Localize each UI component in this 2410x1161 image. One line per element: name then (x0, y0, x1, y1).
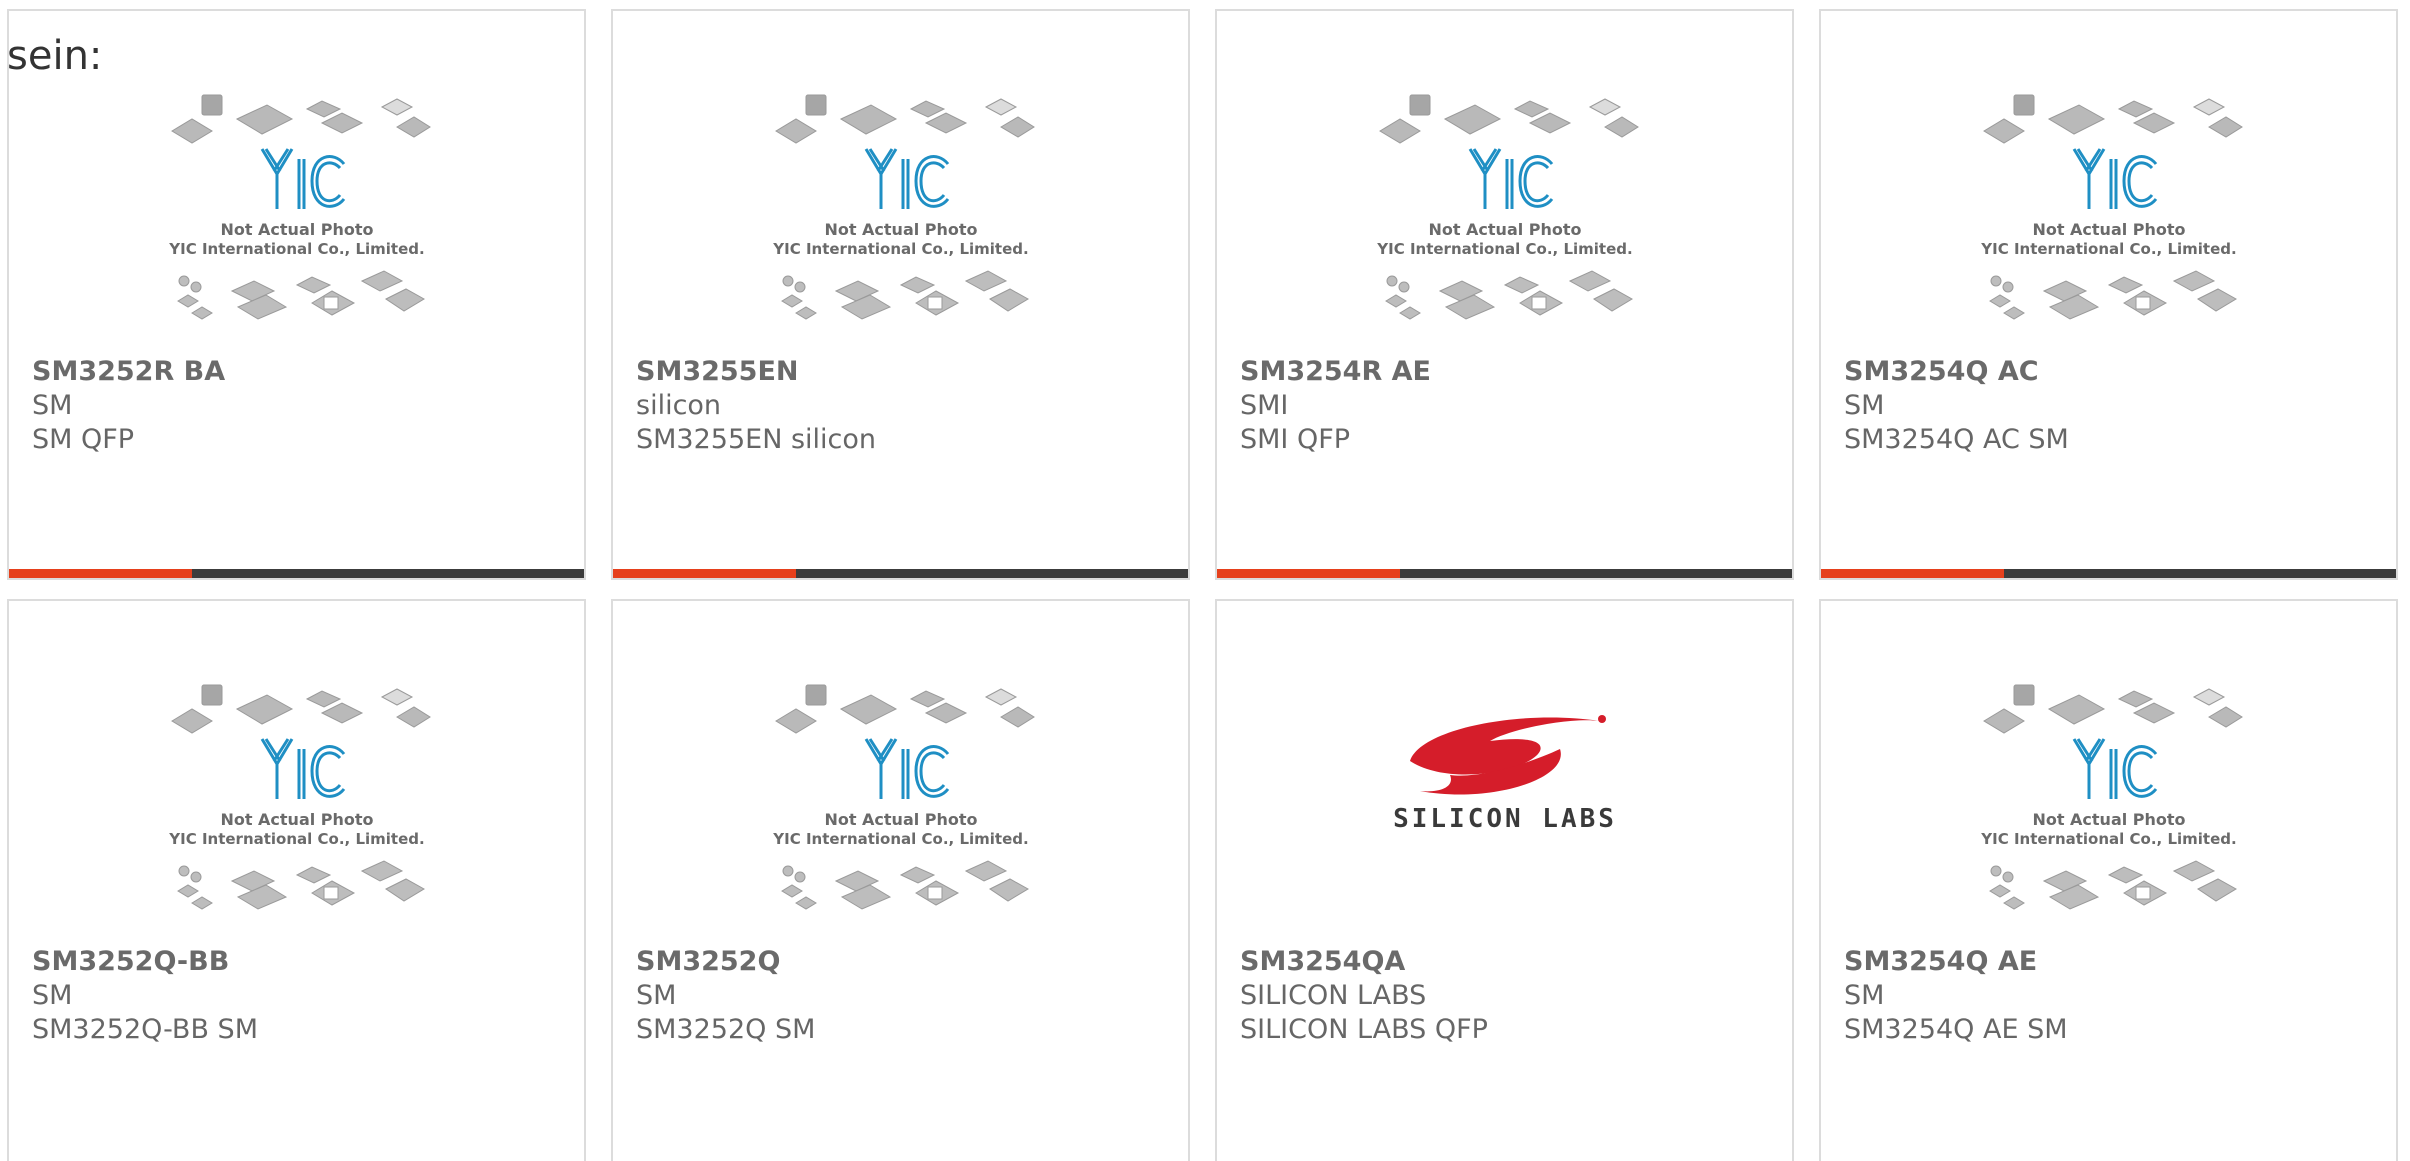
product-grid: Not Actual Photo YIC International Co., … (7, 9, 2398, 1161)
product-info: SM3254Q AC SM SM3254Q AC SM (1844, 355, 2386, 457)
description-text: SMI QFP (1240, 424, 1351, 455)
manufacturer-text: SILICON LABS (1240, 980, 1427, 1011)
part-number-link[interactable]: SM3252R BA (32, 355, 574, 389)
manufacturer-text: SM (636, 980, 677, 1011)
product-card[interactable]: Not Actual Photo YIC International Co., … (1819, 9, 2398, 580)
company-name-text: YIC International Co., Limited. (772, 830, 1028, 848)
card-accent-bar (1217, 569, 1400, 578)
manufacturer-text: silicon (636, 390, 722, 421)
product-info: SM3255EN silicon SM3255EN silicon (636, 355, 1178, 457)
product-card[interactable]: Not Actual Photo YIC International Co., … (7, 599, 586, 1161)
card-bottom-bar (1217, 569, 1792, 578)
description-text: SILICON LABS QFP (1240, 1014, 1488, 1045)
description-text: SM QFP (32, 424, 135, 455)
product-card[interactable]: Not Actual Photo YIC International Co., … (611, 599, 1190, 1161)
part-number-link[interactable]: SM3254Q AE (1844, 945, 2386, 979)
company-name-text: YIC International Co., Limited. (1980, 240, 2236, 258)
product-placeholder-image[interactable]: Not Actual Photo YIC International Co., … (1217, 89, 1792, 359)
company-name-text: YIC International Co., Limited. (1980, 830, 2236, 848)
manufacturer-text: SM (32, 980, 73, 1011)
not-actual-photo-text: Not Actual Photo (220, 220, 373, 239)
product-info: SM3252Q-BB SM SM3252Q-BB SM (32, 945, 574, 1047)
intro-text: sein: (7, 33, 103, 79)
product-info: SM3252R BA SM SM QFP (32, 355, 574, 457)
product-info: SM3254R AE SMI SMI QFP (1240, 355, 1782, 457)
product-card[interactable]: Not Actual Photo YIC International Co., … (611, 9, 1190, 580)
description-text: SM3254Q AE SM (1844, 1014, 2068, 1045)
manufacturer-text: SMI (1240, 390, 1289, 421)
product-placeholder-image[interactable]: Not Actual Photo YIC International Co., … (613, 89, 1188, 359)
product-info: SM3252Q SM SM3252Q SM (636, 945, 1178, 1047)
product-placeholder-image[interactable]: Not Actual Photo YIC International Co., … (613, 679, 1188, 949)
not-actual-photo-text: Not Actual Photo (220, 810, 373, 829)
product-placeholder-image[interactable]: Not Actual Photo YIC International Co., … (9, 89, 584, 359)
company-name-text: YIC International Co., Limited. (168, 830, 424, 848)
product-card[interactable]: SILICON LABS SM3254QA SILICON LABS SILICON… (1215, 599, 1794, 1161)
description-text: SM3252Q SM (636, 1014, 816, 1045)
product-info: SM3254Q AE SM SM3254Q AE SM (1844, 945, 2386, 1047)
card-bottom-bar (1821, 569, 2396, 578)
card-accent-bar (613, 569, 796, 578)
manufacturer-text: SM (1844, 390, 1885, 421)
product-info: SM3254QA SILICON LABS SILICON LABS QFP (1240, 945, 1782, 1047)
not-actual-photo-text: Not Actual Photo (824, 810, 977, 829)
part-number-link[interactable]: SM3254R AE (1240, 355, 1782, 389)
product-placeholder-image[interactable]: Not Actual Photo YIC International Co., … (1821, 89, 2396, 359)
not-actual-photo-text: Not Actual Photo (824, 220, 977, 239)
product-card[interactable]: Not Actual Photo YIC International Co., … (7, 9, 586, 580)
not-actual-photo-text: Not Actual Photo (2032, 810, 2185, 829)
part-number-link[interactable]: SM3255EN (636, 355, 1178, 389)
product-placeholder-image[interactable]: Not Actual Photo YIC International Co., … (1821, 679, 2396, 949)
company-name-text: YIC International Co., Limited. (168, 240, 424, 258)
card-accent-bar (9, 569, 192, 578)
part-number-link[interactable]: SM3252Q-BB (32, 945, 574, 979)
not-actual-photo-text: Not Actual Photo (2032, 220, 2185, 239)
manufacturer-text: SM (32, 390, 73, 421)
silicon-labs-logo-image[interactable]: SILICON LABS (1217, 679, 1792, 949)
part-number-link[interactable]: SM3254Q AC (1844, 355, 2386, 389)
company-name-text: YIC International Co., Limited. (1376, 240, 1632, 258)
product-card[interactable]: Not Actual Photo YIC International Co., … (1819, 599, 2398, 1161)
card-bottom-bar (9, 569, 584, 578)
product-card[interactable]: Not Actual Photo YIC International Co., … (1215, 9, 1794, 580)
product-listing-page: Not Actual Photo YIC International Co., … (0, 0, 2410, 1161)
card-bottom-bar (613, 569, 1188, 578)
card-accent-bar (1821, 569, 2004, 578)
description-text: SM3254Q AC SM (1844, 424, 2069, 455)
description-text: SM3252Q-BB SM (32, 1014, 258, 1045)
description-text: SM3255EN silicon (636, 424, 877, 455)
logo-text: SILICON LABS (1393, 804, 1617, 834)
part-number-link[interactable]: SM3254QA (1240, 945, 1782, 979)
company-name-text: YIC International Co., Limited. (772, 240, 1028, 258)
part-number-link[interactable]: SM3252Q (636, 945, 1178, 979)
product-placeholder-image[interactable]: Not Actual Photo YIC International Co., … (9, 679, 584, 949)
not-actual-photo-text: Not Actual Photo (1428, 220, 1581, 239)
manufacturer-text: SM (1844, 980, 1885, 1011)
